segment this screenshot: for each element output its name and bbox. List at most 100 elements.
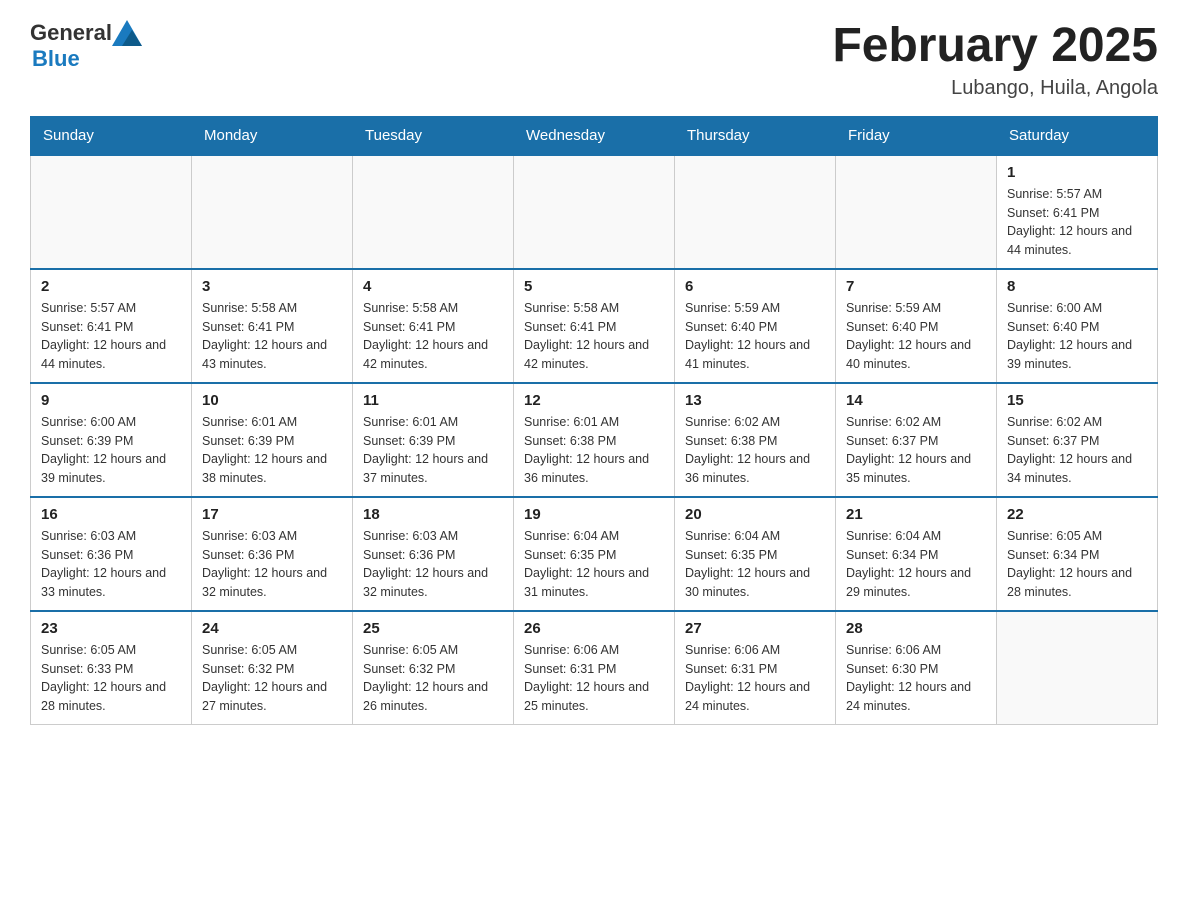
calendar-cell xyxy=(353,155,514,269)
calendar-cell xyxy=(192,155,353,269)
logo: General Blue xyxy=(30,20,142,72)
calendar-cell: 9 Sunrise: 6:00 AM Sunset: 6:39 PM Daylig… xyxy=(31,383,192,497)
week-row-3: 9 Sunrise: 6:00 AM Sunset: 6:39 PM Daylig… xyxy=(31,383,1158,497)
day-number: 3 xyxy=(202,278,342,295)
week-row-1: 1 Sunrise: 5:57 AM Sunset: 6:41 PM Daylig… xyxy=(31,155,1158,269)
calendar-cell: 17 Sunrise: 6:03 AM Sunset: 6:36 PM Dayli… xyxy=(192,497,353,611)
day-number: 25 xyxy=(363,620,503,637)
month-title: February 2025 xyxy=(832,20,1158,73)
day-info: Sunrise: 6:04 AM Sunset: 6:35 PM Dayligh… xyxy=(685,527,825,602)
calendar-cell: 25 Sunrise: 6:05 AM Sunset: 6:32 PM Dayli… xyxy=(353,611,514,725)
calendar-cell: 18Sunrise: 6:03 AM Sunset: 6:36 PM Dayli… xyxy=(353,497,514,611)
day-info: Sunrise: 6:05 AM Sunset: 6:32 PM Dayligh… xyxy=(202,641,342,716)
day-number: 8 xyxy=(1007,278,1147,295)
day-info: Sunrise: 6:06 AM Sunset: 6:31 PM Dayligh… xyxy=(524,641,664,716)
calendar-cell: 15 Sunrise: 6:02 AM Sunset: 6:37 PM Dayli… xyxy=(997,383,1158,497)
day-info: Sunrise: 6:02 AM Sunset: 6:37 PM Dayligh… xyxy=(1007,413,1147,488)
calendar-cell: 8Sunrise: 6:00 AM Sunset: 6:40 PM Daylig… xyxy=(997,269,1158,383)
day-info: Sunrise: 6:05 AM Sunset: 6:33 PM Dayligh… xyxy=(41,641,181,716)
calendar-cell: 14Sunrise: 6:02 AM Sunset: 6:37 PM Dayli… xyxy=(836,383,997,497)
week-row-4: 16 Sunrise: 6:03 AM Sunset: 6:36 PM Dayli… xyxy=(31,497,1158,611)
day-info: Sunrise: 5:57 AM Sunset: 6:41 PM Dayligh… xyxy=(1007,185,1147,260)
calendar-cell: 22 Sunrise: 6:05 AM Sunset: 6:34 PM Dayli… xyxy=(997,497,1158,611)
day-number: 14 xyxy=(846,392,986,409)
day-number: 23 xyxy=(41,620,181,637)
day-info: Sunrise: 6:01 AM Sunset: 6:39 PM Dayligh… xyxy=(202,413,342,488)
day-info: Sunrise: 6:05 AM Sunset: 6:32 PM Dayligh… xyxy=(363,641,503,716)
day-number: 13 xyxy=(685,392,825,409)
calendar-cell: 24 Sunrise: 6:05 AM Sunset: 6:32 PM Dayli… xyxy=(192,611,353,725)
day-info: Sunrise: 6:03 AM Sunset: 6:36 PM Dayligh… xyxy=(363,527,503,602)
day-number: 2 xyxy=(41,278,181,295)
calendar-cell: 10 Sunrise: 6:01 AM Sunset: 6:39 PM Dayli… xyxy=(192,383,353,497)
weekday-header-friday: Friday xyxy=(836,116,997,155)
calendar-cell: 28Sunrise: 6:06 AM Sunset: 6:30 PM Dayli… xyxy=(836,611,997,725)
day-number: 1 xyxy=(1007,164,1147,181)
calendar-cell xyxy=(514,155,675,269)
day-info: Sunrise: 6:06 AM Sunset: 6:31 PM Dayligh… xyxy=(685,641,825,716)
calendar-cell: 19Sunrise: 6:04 AM Sunset: 6:35 PM Dayli… xyxy=(514,497,675,611)
logo-icon xyxy=(112,20,142,46)
day-number: 27 xyxy=(685,620,825,637)
day-info: Sunrise: 5:59 AM Sunset: 6:40 PM Dayligh… xyxy=(846,299,986,374)
day-number: 5 xyxy=(524,278,664,295)
calendar-table: SundayMondayTuesdayWednesdayThursdayFrid… xyxy=(30,116,1158,725)
calendar-cell xyxy=(997,611,1158,725)
calendar-cell: 4 Sunrise: 5:58 AM Sunset: 6:41 PM Daylig… xyxy=(353,269,514,383)
day-info: Sunrise: 5:59 AM Sunset: 6:40 PM Dayligh… xyxy=(685,299,825,374)
day-number: 11 xyxy=(363,392,503,409)
day-info: Sunrise: 6:03 AM Sunset: 6:36 PM Dayligh… xyxy=(41,527,181,602)
day-number: 17 xyxy=(202,506,342,523)
day-number: 15 xyxy=(1007,392,1147,409)
weekday-header-saturday: Saturday xyxy=(997,116,1158,155)
day-info: Sunrise: 6:01 AM Sunset: 6:38 PM Dayligh… xyxy=(524,413,664,488)
weekday-header-sunday: Sunday xyxy=(31,116,192,155)
day-info: Sunrise: 6:01 AM Sunset: 6:39 PM Dayligh… xyxy=(363,413,503,488)
calendar-cell: 21 Sunrise: 6:04 AM Sunset: 6:34 PM Dayli… xyxy=(836,497,997,611)
day-info: Sunrise: 5:58 AM Sunset: 6:41 PM Dayligh… xyxy=(202,299,342,374)
day-info: Sunrise: 5:58 AM Sunset: 6:41 PM Dayligh… xyxy=(363,299,503,374)
day-number: 21 xyxy=(846,506,986,523)
calendar-cell: 5Sunrise: 5:58 AM Sunset: 6:41 PM Daylig… xyxy=(514,269,675,383)
logo-blue-text: Blue xyxy=(32,46,80,72)
weekday-header-thursday: Thursday xyxy=(675,116,836,155)
calendar-cell xyxy=(836,155,997,269)
day-info: Sunrise: 6:04 AM Sunset: 6:34 PM Dayligh… xyxy=(846,527,986,602)
calendar-cell xyxy=(31,155,192,269)
day-number: 22 xyxy=(1007,506,1147,523)
calendar-cell: 20 Sunrise: 6:04 AM Sunset: 6:35 PM Dayli… xyxy=(675,497,836,611)
calendar-cell: 26Sunrise: 6:06 AM Sunset: 6:31 PM Dayli… xyxy=(514,611,675,725)
calendar-cell: 27 Sunrise: 6:06 AM Sunset: 6:31 PM Dayli… xyxy=(675,611,836,725)
logo-top: General xyxy=(30,20,142,46)
day-number: 10 xyxy=(202,392,342,409)
calendar-cell: 6 Sunrise: 5:59 AM Sunset: 6:40 PM Daylig… xyxy=(675,269,836,383)
weekday-header-row: SundayMondayTuesdayWednesdayThursdayFrid… xyxy=(31,116,1158,155)
calendar-cell: 12 Sunrise: 6:01 AM Sunset: 6:38 PM Dayli… xyxy=(514,383,675,497)
calendar-cell: 2Sunrise: 5:57 AM Sunset: 6:41 PM Daylig… xyxy=(31,269,192,383)
week-row-2: 2Sunrise: 5:57 AM Sunset: 6:41 PM Daylig… xyxy=(31,269,1158,383)
calendar-cell xyxy=(675,155,836,269)
title-area: February 2025 Lubango, Huila, Angola xyxy=(832,20,1158,100)
day-number: 28 xyxy=(846,620,986,637)
day-info: Sunrise: 6:02 AM Sunset: 6:38 PM Dayligh… xyxy=(685,413,825,488)
weekday-header-monday: Monday xyxy=(192,116,353,155)
day-info: Sunrise: 6:00 AM Sunset: 6:39 PM Dayligh… xyxy=(41,413,181,488)
day-info: Sunrise: 6:03 AM Sunset: 6:36 PM Dayligh… xyxy=(202,527,342,602)
day-number: 9 xyxy=(41,392,181,409)
day-number: 7 xyxy=(846,278,986,295)
day-info: Sunrise: 6:05 AM Sunset: 6:34 PM Dayligh… xyxy=(1007,527,1147,602)
weekday-header-wednesday: Wednesday xyxy=(514,116,675,155)
day-number: 12 xyxy=(524,392,664,409)
calendar-cell: 7 Sunrise: 5:59 AM Sunset: 6:40 PM Daylig… xyxy=(836,269,997,383)
day-number: 4 xyxy=(363,278,503,295)
day-number: 20 xyxy=(685,506,825,523)
calendar-cell: 1 Sunrise: 5:57 AM Sunset: 6:41 PM Daylig… xyxy=(997,155,1158,269)
day-number: 6 xyxy=(685,278,825,295)
calendar-cell: 23 Sunrise: 6:05 AM Sunset: 6:33 PM Dayli… xyxy=(31,611,192,725)
calendar-cell: 11 Sunrise: 6:01 AM Sunset: 6:39 PM Dayli… xyxy=(353,383,514,497)
header: General Blue February 2025 Lubango, Huil… xyxy=(30,20,1158,100)
day-info: Sunrise: 6:04 AM Sunset: 6:35 PM Dayligh… xyxy=(524,527,664,602)
day-number: 24 xyxy=(202,620,342,637)
day-number: 16 xyxy=(41,506,181,523)
location-title: Lubango, Huila, Angola xyxy=(832,77,1158,100)
